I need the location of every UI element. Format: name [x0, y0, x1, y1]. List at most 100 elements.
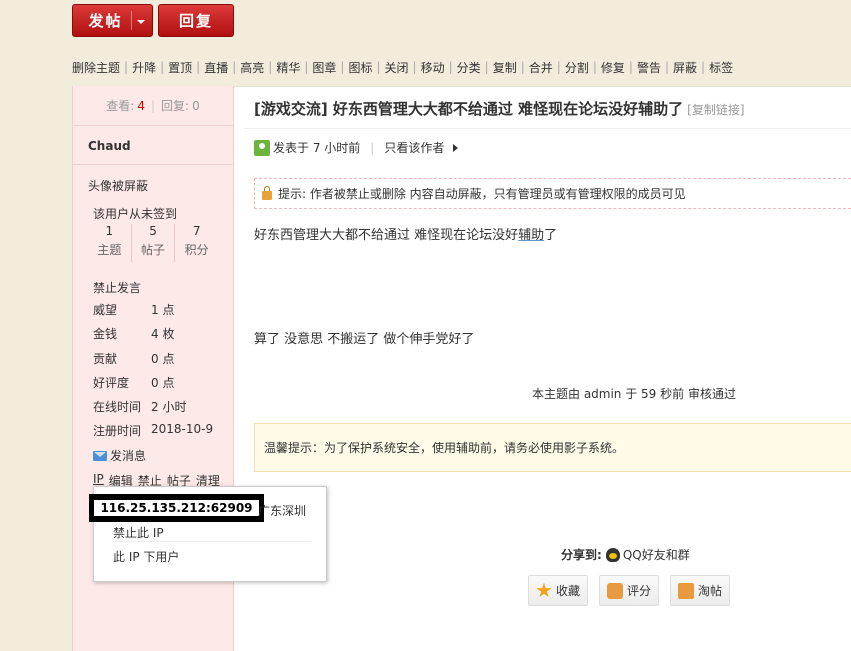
count-topics[interactable]: 1 主题 [88, 224, 132, 262]
post-body-line-1: 好东西管理大大都不给通过 难怪现在论坛没好辅助了 [254, 224, 557, 243]
count-label: 帖子 [141, 243, 166, 257]
favorite-button[interactable]: 收藏 [528, 575, 588, 606]
send-message-link[interactable]: 发消息 [93, 447, 146, 464]
mod-action-15[interactable]: 警告 [633, 59, 665, 76]
divider [244, 128, 851, 129]
count-value: 5 [149, 224, 157, 238]
views-label: 查看: [106, 99, 135, 113]
qq-icon[interactable] [605, 547, 620, 562]
mod-action-10[interactable]: 分类 [453, 59, 485, 76]
count-value: 7 [192, 224, 201, 238]
mod-action-7[interactable]: 图标 [344, 59, 376, 76]
ip-users-link[interactable]: 此 IP 下用户 [113, 548, 179, 565]
divider [72, 164, 234, 165]
arrow-right-icon [453, 143, 459, 152]
new-post-label: 发帖 [88, 12, 123, 30]
info-value: 0 点 [151, 375, 175, 390]
new-post-button[interactable]: 发帖 [72, 4, 153, 37]
online-user-icon [254, 139, 270, 156]
info-value: 2 小时 [151, 400, 187, 415]
lock-icon [262, 185, 272, 200]
button-divider [131, 11, 132, 30]
info-row: 金钱 4 枚 [93, 325, 213, 349]
copy-link[interactable]: [复制链接] [687, 103, 744, 117]
thread-title: [游戏交流] 好东西管理大大都不给通过 难怪现在论坛没好辅助了 [复制链接] [254, 98, 745, 119]
info-key: 好评度 [93, 375, 130, 390]
warm-tip-box: 温馨提示：为了保护系统安全，使用辅助前，请务必使用影子系统。 [254, 423, 851, 472]
reply-button[interactable]: 回复 [158, 4, 234, 37]
ip-address: 116.25.135.212:62909 [94, 500, 259, 516]
mod-action-2[interactable]: 置顶 [164, 59, 196, 76]
blocked-notice: 提示: 作者被禁止或删除 内容自动屏蔽，只有管理员或有管理权限的成员可见 [254, 178, 851, 209]
author-username[interactable]: Chaud [88, 139, 131, 153]
info-value: 0 点 [151, 351, 175, 366]
posted-time: 发表于 7 小时前 [273, 141, 361, 155]
mod-action-11[interactable]: 复制 [489, 59, 521, 76]
mod-action-8[interactable]: 关闭 [381, 59, 413, 76]
views-count: 4 [137, 98, 145, 113]
only-author-link[interactable]: 只看该作者 [384, 139, 444, 156]
info-row: 在线时间 2 小时 [93, 398, 213, 422]
body-text: 好东西管理大大都不给通过 难怪现在论坛没好 [254, 228, 519, 243]
count-posts[interactable]: 5 帖子 [132, 224, 176, 262]
avatar-blocked-text: 头像被屏蔽 [88, 179, 149, 193]
mod-action-9[interactable]: 移动 [417, 59, 449, 76]
collect-label: 淘帖 [697, 584, 722, 598]
mod-action-6[interactable]: 图章 [308, 59, 340, 76]
user-group: 禁止发言 [93, 281, 142, 295]
info-row: 好评度 0 点 [93, 374, 213, 398]
mod-action-1[interactable]: 升降 [128, 59, 160, 76]
mod-action-0[interactable]: 删除主题 [72, 59, 124, 76]
mod-action-14[interactable]: 修复 [597, 59, 629, 76]
info-row: 注册时间 2018-10-9 [93, 422, 213, 446]
warm-tip-text: 温馨提示：为了保护系统安全，使用辅助前，请务必使用影子系统。 [264, 441, 625, 455]
info-key: 注册时间 [93, 424, 142, 439]
mod-action-12[interactable]: 合并 [525, 59, 557, 76]
thread-title-text: [游戏交流] 好东西管理大大都不给通过 难怪现在论坛没好辅助了 [254, 100, 684, 118]
favorite-label: 收藏 [555, 584, 580, 598]
moderation-toolbar: 删除主题 | 升降 | 置顶 | 直播 | 高亮 | 精华 | 图章 | 图标 | 关闭 | 移动 | 分类 | 复制 | 合并… [72, 59, 737, 75]
mod-action-3[interactable]: 直播 [200, 59, 232, 76]
info-row: 威望 1 点 [93, 301, 213, 325]
thread-stats: 查看: 4 | 回复: 0 [72, 86, 234, 126]
mod-action-17[interactable]: 标签 [705, 59, 737, 76]
count-label: 主题 [97, 243, 122, 257]
mod-action-5[interactable]: 精华 [272, 59, 304, 76]
reply-label: 回复 [178, 12, 213, 30]
share-qq-link[interactable]: QQ好友和群 [623, 546, 690, 563]
ban-ip-link[interactable]: 禁止此 IP [113, 524, 164, 541]
info-key: 金钱 [93, 327, 118, 342]
thumbs-up-icon [606, 582, 623, 599]
info-key: 威望 [93, 303, 118, 317]
send-message-label: 发消息 [110, 449, 147, 463]
ip-address-box: 116.25.135.212:62909 [89, 494, 264, 522]
keyword-link[interactable]: 辅助 [518, 228, 544, 243]
count-points[interactable]: 7 积分 [175, 224, 218, 262]
info-value: 4 枚 [151, 327, 175, 342]
user-counts: 1 主题 5 帖子 7 积分 [88, 224, 218, 262]
post-meta: 发表于 7 小时前 | 只看该作者 [254, 139, 459, 156]
count-value: 1 [105, 224, 114, 238]
collection-box-icon [677, 582, 694, 599]
mod-action-4[interactable]: 高亮 [236, 59, 268, 76]
info-key: 在线时间 [93, 400, 142, 415]
mod-action-13[interactable]: 分割 [561, 59, 593, 76]
blocked-notice-text: 提示: 作者被禁止或删除 内容自动屏蔽，只有管理员或有管理权限的成员可见 [278, 187, 686, 201]
count-label: 积分 [184, 243, 209, 257]
sign-in-status: 该用户从未签到 [93, 207, 178, 221]
info-row: 贡献 0 点 [93, 350, 213, 374]
mod-action-16[interactable]: 屏蔽 [669, 59, 701, 76]
collect-button[interactable]: 淘帖 [670, 575, 730, 606]
body-text: 了 [544, 228, 558, 243]
share-label: 分享到: [561, 548, 602, 562]
replies-label: 回复: [161, 99, 190, 113]
rate-button[interactable]: 评分 [599, 575, 659, 606]
rate-label: 评分 [626, 584, 651, 598]
share-bar: 分享到: QQ好友和群 [561, 546, 690, 563]
envelope-icon [93, 450, 107, 461]
meta-separator: | [370, 140, 375, 155]
star-icon [536, 582, 552, 598]
post-body-line-2: 算了 没意思 不搬运了 做个伸手党好了 [254, 332, 475, 347]
chevron-down-icon[interactable] [137, 20, 145, 24]
info-value: 1 点 [151, 303, 175, 317]
